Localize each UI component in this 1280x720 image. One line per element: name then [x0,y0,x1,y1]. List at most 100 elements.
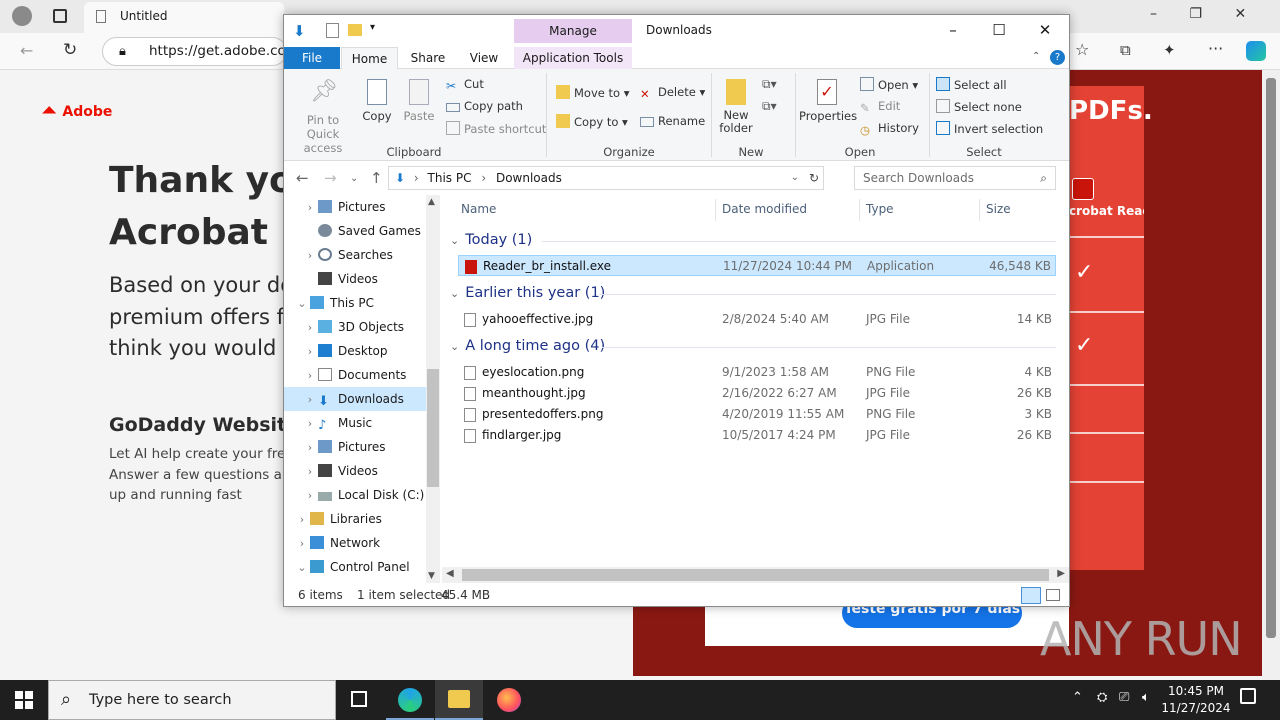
customize-qat-icon[interactable]: ▾ [370,22,375,33]
recent-locations-icon[interactable]: ⌄ [350,173,358,184]
nav-item[interactable]: › Searches [284,243,426,267]
minimize-icon[interactable]: – [1150,6,1157,22]
invert-selection-button[interactable]: Invert selection [936,121,1043,136]
forward-button[interactable]: → [324,169,337,187]
delete-button[interactable]: ✕ Delete ▾ [640,85,705,101]
new-folder-qat-icon[interactable] [348,24,362,36]
nav-item[interactable]: Videos [284,267,426,291]
file-row-selected[interactable]: Reader_br_install.exe 11/27/2024 10:44 P… [458,255,1056,276]
back-arrow-icon[interactable]: ← [20,41,33,60]
tab-file[interactable]: File [284,47,340,69]
group-header[interactable]: ⌄ A long time ago (4) [450,336,605,356]
open-button[interactable]: Open ▾ [860,77,918,92]
breadcrumb-this-pc[interactable]: This PC [428,171,472,185]
properties-qat-icon[interactable] [326,23,339,38]
file-row[interactable]: yahooeffective.jpg 2/8/2024 5:40 AM JPG … [458,309,1056,330]
nav-item[interactable]: › ♪ Music [284,411,426,435]
tab-home[interactable]: Home [341,47,398,69]
select-none-button[interactable]: Select none [936,99,1022,114]
group-header[interactable]: ⌄ Today (1) [450,230,532,250]
taskbar-search[interactable]: ⌕ Type here to search [48,680,336,720]
breadcrumb-downloads[interactable]: Downloads [496,171,562,185]
cut-button[interactable]: ✂ Cut [446,77,484,93]
copy-path-button[interactable]: Copy path [446,99,523,113]
nav-item[interactable]: › Pictures [284,195,426,219]
nav-item[interactable]: ⌄ This PC [284,291,426,315]
start-button[interactable] [0,680,48,720]
properties-button[interactable]: ✓ Properties [799,79,857,123]
more-icon[interactable]: ··· [1208,39,1223,58]
nav-item[interactable]: › Local Disk (C:) [284,483,426,507]
close-button[interactable]: ✕ [1022,15,1068,45]
up-button[interactable]: ↑ [370,169,383,187]
maximize-button[interactable]: ☐ [976,15,1022,45]
address-path[interactable]: ⬇ › This PC › Downloads ⌄ ↻ [388,166,824,190]
file-row[interactable]: presentedoffers.png 4/20/2019 11:55 AM P… [458,404,1056,425]
history-button[interactable]: ◷ History [860,121,919,137]
scroll-down-icon[interactable]: ▼ [428,571,435,581]
column-header-type[interactable]: Type [866,202,894,216]
collapse-ribbon-icon[interactable]: ⌃ [1032,51,1040,62]
browser-tab[interactable]: Untitled [84,2,284,33]
network-tray-icon[interactable]: ⎚ [1119,690,1129,705]
paste-button[interactable]: Paste [400,79,438,123]
task-view-button[interactable] [336,680,384,720]
help-icon[interactable]: ? [1050,50,1065,65]
nav-item[interactable]: › Documents [284,363,426,387]
copy-to-button[interactable]: Copy to ▾ [556,114,628,129]
scroll-right-icon[interactable]: ▶ [1057,568,1065,579]
tab-share[interactable]: Share [402,47,454,69]
file-row[interactable]: meanthought.jpg 2/16/2022 6:27 AM JPG Fi… [458,383,1056,404]
copilot-icon[interactable] [1246,41,1266,61]
nav-item[interactable]: › Network [284,531,426,555]
notifications-icon[interactable] [1240,688,1256,704]
extensions-icon[interactable]: ✦ [1163,41,1176,59]
rename-button[interactable]: Rename [640,114,705,128]
show-hidden-icons[interactable]: ⌃ [1072,690,1083,705]
close-icon[interactable]: ✕ [1234,6,1246,22]
scroll-up-icon[interactable]: ▲ [428,197,435,207]
firefox-taskbar-button[interactable] [485,680,533,720]
nav-item[interactable]: › Desktop [284,339,426,363]
tab-application-tools[interactable]: Application Tools [514,47,632,69]
pin-quick-access-button[interactable]: 📌︎ Pin to Quick access [290,79,356,155]
column-header-size[interactable]: Size [986,202,1011,216]
refresh-icon[interactable]: ↻ [63,40,77,60]
page-scrollbar[interactable] [1262,70,1280,680]
group-header[interactable]: ⌄ Earlier this year (1) [450,283,605,303]
horizontal-scroll-thumb[interactable] [462,569,1049,581]
nav-item[interactable]: Saved Games [284,219,426,243]
nav-item[interactable]: › Libraries [284,507,426,531]
path-dropdown-icon[interactable]: ⌄ [791,167,799,189]
nav-item[interactable]: ⌄ Control Panel [284,555,426,579]
tab-actions-icon[interactable] [53,9,67,23]
column-header-date[interactable]: Date modified [722,202,807,216]
tab-view[interactable]: View [458,47,510,69]
profile-icon[interactable] [12,6,32,26]
paste-shortcut-button[interactable]: Paste shortcut [446,121,546,136]
favorites-icon[interactable]: ☆ [1075,40,1089,59]
back-button[interactable]: ← [296,169,309,187]
file-explorer-taskbar-button[interactable] [435,680,483,720]
nav-item-downloads[interactable]: › ⬇ Downloads [284,387,426,411]
quick-access-download-icon[interactable]: ⬇ [293,22,306,40]
clock[interactable]: 10:45 PM 11/27/2024 [1160,683,1232,717]
edit-button[interactable]: ✎ Edit [860,99,900,115]
copy-button[interactable]: Copy [358,79,396,123]
tray-app-icon[interactable]: ⛭ [1097,690,1107,705]
collections-icon[interactable]: ⧉ [1120,41,1131,59]
move-to-button[interactable]: Move to ▾ [556,85,629,100]
file-row[interactable]: findlarger.jpg 10/5/2017 4:24 PM JPG Fil… [458,425,1056,446]
easy-access-icon[interactable]: ⧉▾ [762,99,777,114]
volume-icon[interactable]: 🔈︎ [1142,690,1150,705]
nav-item[interactable]: › 3D Objects [284,315,426,339]
scroll-left-icon[interactable]: ◀ [446,568,454,579]
edge-taskbar-button[interactable] [386,680,434,720]
nav-scroll-thumb[interactable] [427,369,439,487]
nav-item[interactable]: › Videos [284,459,426,483]
refresh-path-icon[interactable]: ↻ [809,167,819,189]
file-row[interactable]: eyeslocation.png 9/1/2023 1:58 AM PNG Fi… [458,362,1056,383]
details-view-icon[interactable] [1021,587,1041,604]
column-header-name[interactable]: Name [461,202,496,216]
address-bar[interactable]: 🔒︎ https://get.adobe.com/ [102,37,287,66]
